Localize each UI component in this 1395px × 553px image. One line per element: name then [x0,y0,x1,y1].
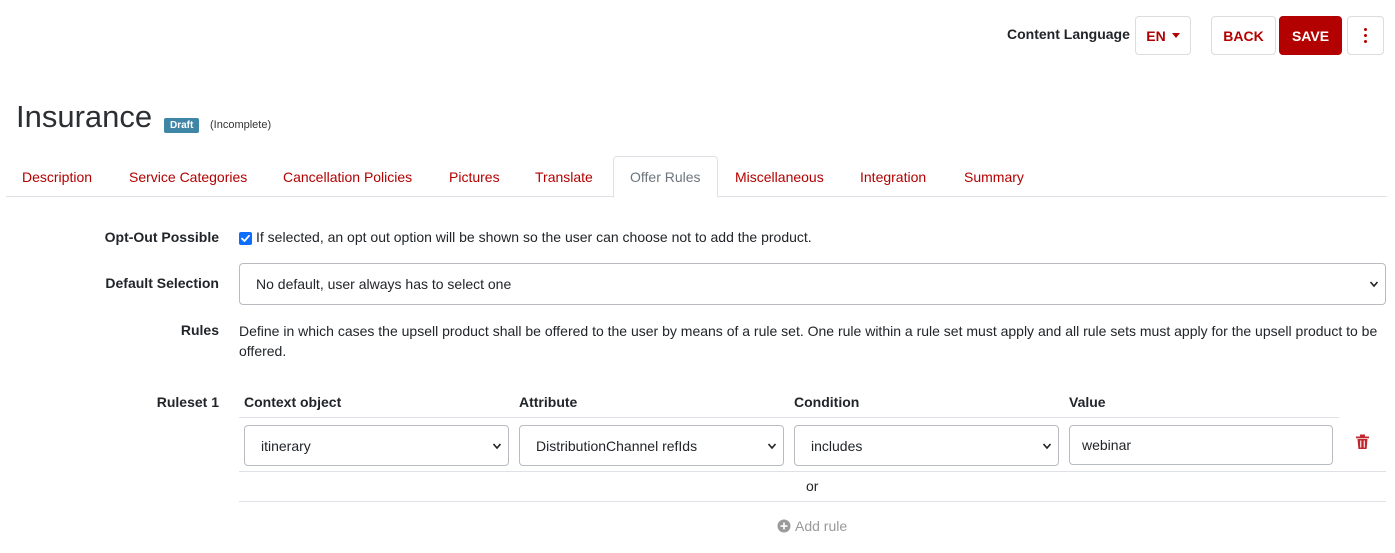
default-selection-label: Default Selection [105,275,219,291]
row-divider [239,471,1386,472]
rules-label: Rules [180,322,219,338]
value-input[interactable]: webinar [1069,425,1333,465]
tab-service-categories[interactable]: Service Categories [113,156,263,197]
chevron-down-icon [1369,281,1379,288]
tab-bar: Description Service Categories Cancellat… [6,156,1387,198]
tab-cancellation-policies[interactable]: Cancellation Policies [267,156,428,197]
column-header-value: Value [1069,394,1106,410]
tab-pictures[interactable]: Pictures [433,156,516,197]
chevron-down-icon [767,442,777,449]
attribute-select[interactable]: DistributionChannel refIds [519,425,784,466]
default-selection-value: No default, user always has to select on… [256,276,512,292]
value-input-text: webinar [1082,437,1132,453]
tab-integration[interactable]: Integration [844,156,942,197]
condition-value: includes [811,437,863,454]
column-header-context-object: Context object [244,394,342,410]
page-title: Insurance [16,99,153,134]
column-header-condition: Condition [794,394,860,410]
default-selection-select[interactable]: No default, user always has to select on… [239,263,1386,305]
add-rule-label: Add rule [795,518,848,534]
rules-description: Define in which cases the upsell product… [239,323,1378,359]
checkmark-icon [241,234,250,242]
language-value: EN [1146,27,1166,44]
status-badge: Draft [164,118,200,133]
opt-out-label: Opt-Out Possible [104,229,219,245]
or-separator: or [806,478,819,494]
save-button[interactable]: SAVE [1279,16,1342,55]
chevron-down-icon [492,442,502,449]
row-divider [239,501,1386,502]
more-vertical-icon [1364,28,1367,43]
chevron-down-icon [1042,442,1052,449]
content-language-label: Content Language [1007,26,1130,42]
attribute-value: DistributionChannel refIds [536,437,698,454]
condition-select[interactable]: includes [794,425,1059,466]
tab-offer-rules[interactable]: Offer Rules [613,156,718,198]
more-options-button[interactable] [1347,16,1384,55]
tab-miscellaneous[interactable]: Miscellaneous [719,156,840,197]
trash-icon[interactable] [1355,434,1370,450]
context-object-value: itinerary [261,437,311,454]
plus-circle-icon [777,519,791,533]
context-object-select[interactable]: itinerary [244,425,509,466]
ruleset-label: Ruleset 1 [156,394,219,410]
tab-summary[interactable]: Summary [948,156,1040,197]
opt-out-description: If selected, an opt out option will be s… [256,229,812,245]
caret-down-icon [1171,33,1180,38]
add-rule-button[interactable]: Add rule [777,518,847,534]
back-button[interactable]: BACK [1211,16,1276,55]
column-header-attribute: Attribute [519,394,578,410]
opt-out-checkbox[interactable] [239,232,252,245]
ruleset-divider [239,417,1339,418]
language-dropdown[interactable]: EN [1135,16,1191,55]
tab-translate[interactable]: Translate [519,156,609,197]
status-note: (Incomplete) [210,119,272,131]
tab-description[interactable]: Description [6,156,108,197]
